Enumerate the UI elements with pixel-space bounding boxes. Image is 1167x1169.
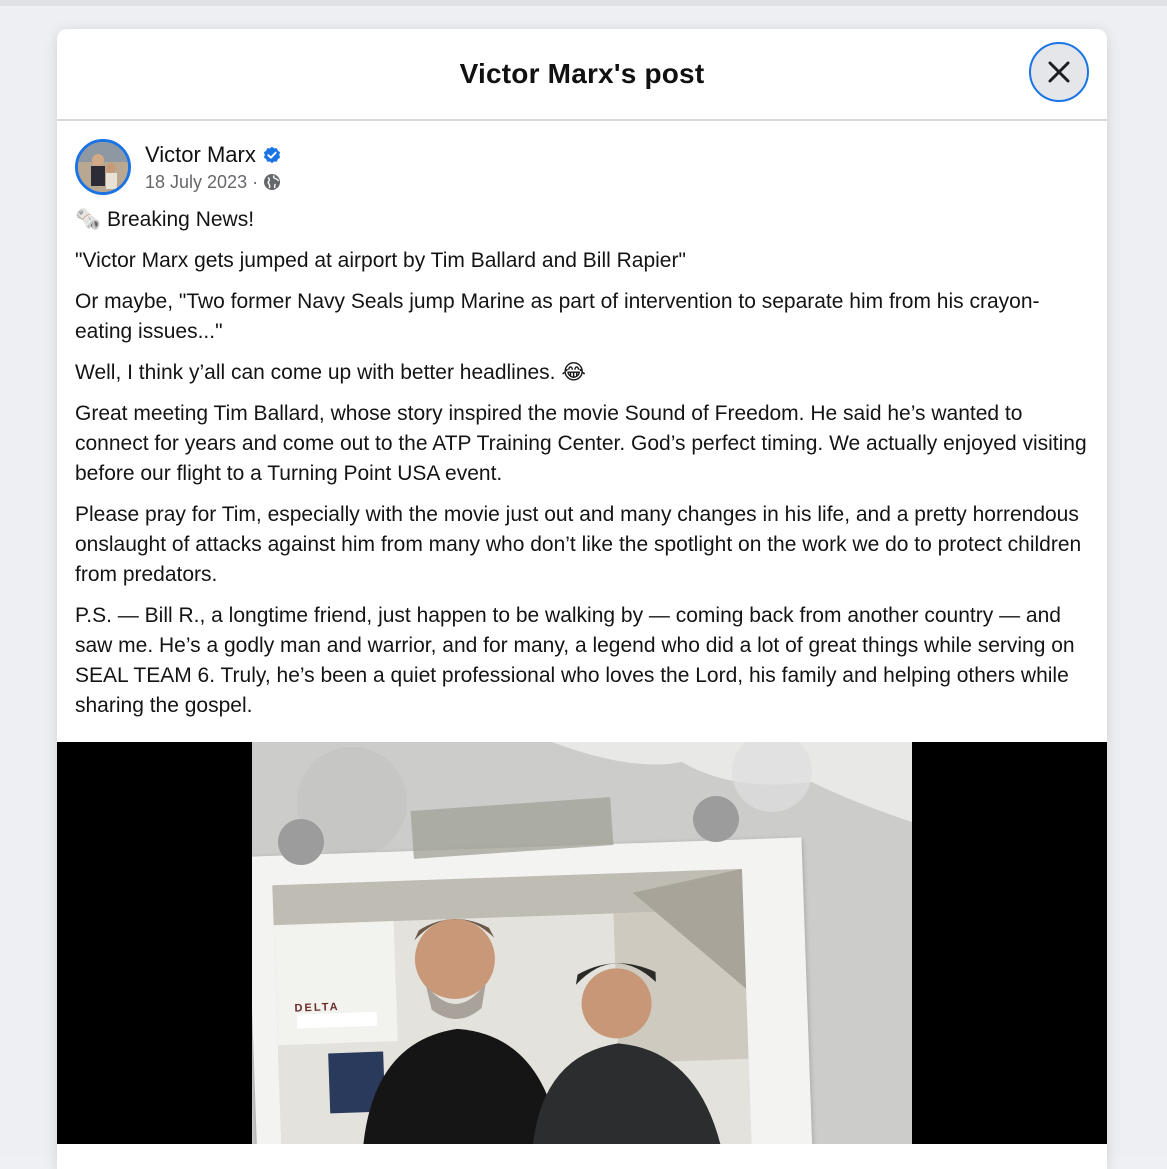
verified-badge-icon: [263, 146, 280, 163]
photo-pin: [278, 819, 324, 865]
avatar[interactable]: [75, 139, 131, 195]
meta-separator: ·: [252, 171, 259, 192]
post-media[interactable]: DELTA: [57, 742, 1107, 1144]
post-paragraph: Or maybe, "Two former Navy Seals jump Ma…: [75, 290, 1040, 343]
post-header: Victor Marx 18 July 2023 ·: [75, 139, 281, 195]
top-strip: [0, 0, 1167, 6]
close-icon: [1048, 61, 1070, 83]
author-name[interactable]: Victor Marx: [145, 142, 256, 168]
post-paragraph: Well, I think y’all can come up with bet…: [75, 361, 586, 384]
post-dialog: Victor Marx's post Victor Marx 18 July 2…: [57, 29, 1107, 1169]
post-photo[interactable]: DELTA: [252, 742, 912, 1144]
author-block: Victor Marx 18 July 2023 ·: [145, 142, 281, 193]
photo-pin: [693, 796, 739, 842]
post-meta: 18 July 2023 ·: [145, 172, 281, 193]
post-paragraph: P.S. — Bill R., a longtime friend, just …: [75, 604, 1075, 717]
post-paragraph: 🗞️ Breaking News!: [75, 208, 255, 231]
globe-icon: [264, 174, 281, 190]
delta-sign: DELTA: [294, 1001, 340, 1015]
close-button[interactable]: [1029, 42, 1089, 102]
dialog-title: Victor Marx's post: [459, 58, 705, 89]
post-text: 🗞️ Breaking News! "Victor Marx gets jump…: [75, 205, 1095, 732]
post-paragraph: "Victor Marx gets jumped at airport by T…: [75, 249, 686, 272]
dialog-header: Victor Marx's post: [57, 29, 1107, 121]
post-paragraph: Great meeting Tim Ballard, whose story i…: [75, 402, 1087, 485]
post-paragraph: Please pray for Tim, especially with the…: [75, 503, 1082, 586]
airport-photo: DELTA: [272, 868, 752, 1144]
post-date[interactable]: 18 July 2023: [145, 172, 247, 193]
